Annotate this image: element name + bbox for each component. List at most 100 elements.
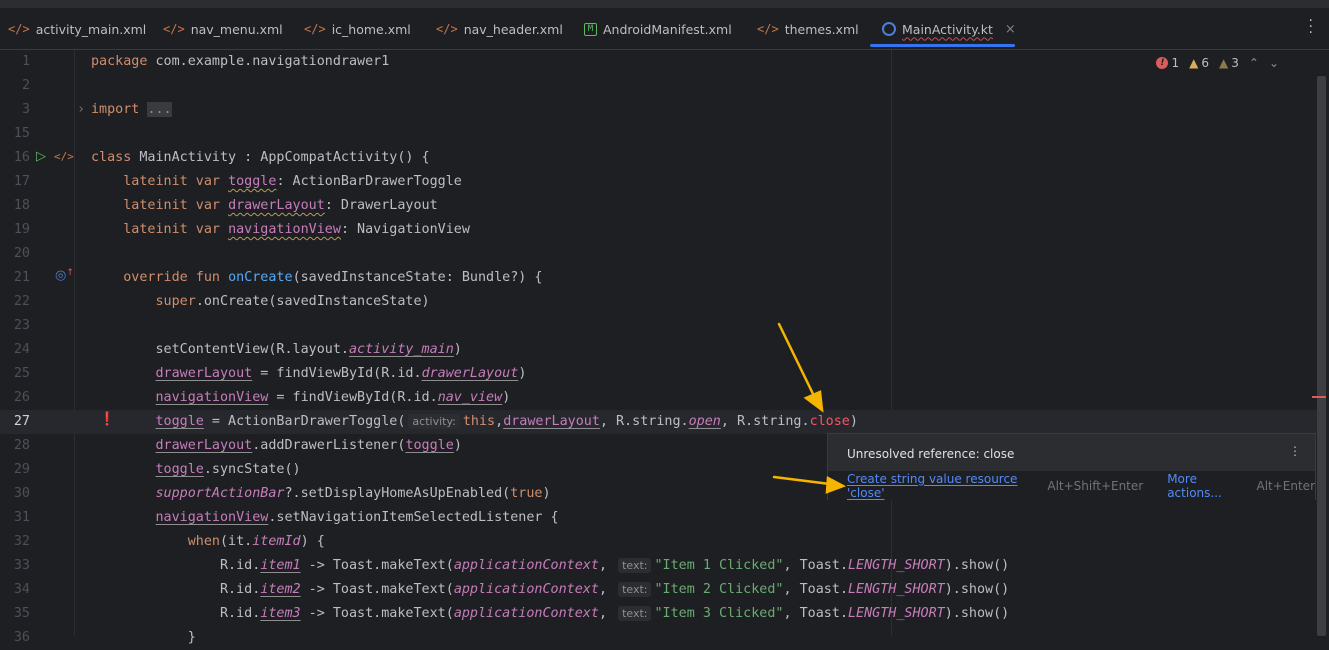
line-number: 32: [13, 534, 30, 549]
tab-ic_home-xml[interactable]: </> ic_home.xml: [304, 8, 411, 50]
tab-activity_main-xml[interactable]: </> activity_main.xml: [8, 8, 146, 50]
line-number: 15: [13, 126, 30, 141]
code-line[interactable]: 35 R.id.item3 -> Toast.makeText(applicat…: [0, 602, 1317, 626]
run-gutter-icon[interactable]: ▷: [36, 149, 46, 164]
tab-label: themes.xml: [784, 21, 859, 37]
code-token: -> Toast.makeText(: [300, 582, 454, 597]
code-token: toggle: [155, 414, 204, 429]
code-token: item2: [260, 582, 301, 597]
code-line[interactable]: 18 lateinit var drawerLayout: DrawerLayo…: [0, 194, 1317, 218]
editor-tab-bar: </> activity_main.xml </> nav_menu.xml </> ic…: [0, 8, 1329, 50]
xml-icon: </>: [304, 22, 326, 36]
warnings-count[interactable]: ▲ 6: [1189, 56, 1209, 70]
code-token: import: [91, 102, 140, 117]
vertical-scrollbar[interactable]: [1317, 76, 1326, 636]
line-number: 3: [21, 102, 30, 117]
code-text: toggle = ActionBarDrawerToggle(activity:…: [91, 410, 858, 434]
code-line[interactable]: 22 super.onCreate(savedInstanceState): [0, 290, 1317, 314]
code-token: item3: [260, 606, 301, 621]
xml-layout-gutter-icon[interactable]: </>: [54, 150, 74, 163]
code-line[interactable]: 21 override fun onCreate(savedInstanceSt…: [0, 266, 1317, 290]
code-token: setContentView(R.layout.: [91, 342, 349, 357]
unresolved-reference: close: [809, 414, 850, 429]
code-token: (savedInstanceState: Bundle?) {: [292, 270, 543, 285]
code-text: lateinit var drawerLayout: DrawerLayout: [91, 194, 438, 218]
code-line[interactable]: 33 R.id.item1 -> Toast.makeText(applicat…: [0, 554, 1317, 578]
code-token: lateinit var: [91, 198, 229, 213]
tab-nav_menu-xml[interactable]: </> nav_menu.xml: [163, 8, 283, 50]
code-token: toggle: [405, 438, 454, 453]
create-string-resource-link[interactable]: Create string value resource 'close': [847, 472, 1037, 500]
tab-nav_header-xml[interactable]: </> nav_header.xml: [436, 8, 563, 50]
code-text: package com.example.navigationdrawer1: [91, 50, 389, 74]
code-line[interactable]: 15: [0, 122, 1317, 146]
code-token: }: [91, 630, 196, 645]
override-gutter-icon[interactable]: ◎↑: [55, 268, 74, 283]
code-line[interactable]: 24 setContentView(R.layout.activity_main…: [0, 338, 1317, 362]
code-line[interactable]: 32 when(it.itemId) {: [0, 530, 1317, 554]
previous-highlight-icon[interactable]: ⌃: [1249, 56, 1259, 70]
code-line[interactable]: 16 class MainActivity : AppCompatActivity…: [0, 146, 1317, 170]
code-token: ).show(): [944, 558, 1010, 573]
code-line[interactable]: 19 lateinit var navigationView: Navigati…: [0, 218, 1317, 242]
code-line[interactable]: 1 package com.example.navigationdrawer1: [0, 50, 1317, 74]
more-tabs-kebab-icon[interactable]: · · ·: [1309, 14, 1313, 40]
code-token: .setNavigationItemSelectedListener {: [268, 510, 559, 525]
code-line[interactable]: 3 import ... ›: [0, 98, 1317, 122]
error-bulb-icon[interactable]: ❗: [99, 412, 115, 427]
code-text: drawerLayout.addDrawerListener(toggle): [91, 434, 462, 458]
line-number: 35: [13, 606, 30, 621]
error-stripe-mark[interactable]: [1312, 396, 1326, 398]
code-line[interactable]: 26 navigationView = findViewById(R.id.na…: [0, 386, 1317, 410]
xml-icon: </>: [757, 22, 779, 36]
code-text: supportActionBar?.setDisplayHomeAsUpEnab…: [91, 482, 551, 506]
code-token: , R.string.: [599, 414, 689, 429]
code-line[interactable]: 34 R.id.item2 -> Toast.makeText(applicat…: [0, 578, 1317, 602]
code-line[interactable]: 17 lateinit var toggle: ActionBarDrawerT…: [0, 170, 1317, 194]
code-line[interactable]: 36 }: [0, 626, 1317, 650]
code-token: R.id.: [91, 582, 261, 597]
line-number: 30: [13, 486, 30, 501]
code-line[interactable]: 2: [0, 74, 1317, 98]
code-line[interactable]: 20: [0, 242, 1317, 266]
code-line[interactable]: 23: [0, 314, 1317, 338]
code-token: ).show(): [944, 606, 1010, 621]
inspection-widget[interactable]: ! 1 ▲ 6 ▲ 3 ⌃ ⌄: [1156, 56, 1279, 70]
expand-fold-icon[interactable]: ›: [77, 98, 85, 122]
code-token: drawerLayout: [503, 414, 600, 429]
code-token: applicationContext: [453, 582, 599, 597]
code-token: package: [91, 54, 148, 69]
code-token: .addDrawerListener(: [252, 438, 406, 453]
close-tab-icon[interactable]: ×: [1005, 22, 1016, 37]
code-line[interactable]: 25 drawerLayout = findViewById(R.id.draw…: [0, 362, 1317, 386]
code-token: , R.string.: [720, 414, 810, 429]
tab-androidmanifest-xml[interactable]: M AndroidManifest.xml: [584, 8, 732, 50]
code-token: ,: [495, 414, 504, 429]
line-number: 22: [13, 294, 30, 309]
weak-warnings-count[interactable]: ▲ 3: [1219, 56, 1239, 70]
code-token: : DrawerLayout: [324, 198, 438, 213]
errors-count[interactable]: ! 1: [1156, 56, 1179, 70]
code-token: this: [462, 414, 496, 429]
line-number: 2: [21, 78, 30, 93]
code-text: drawerLayout = findViewById(R.id.drawerL…: [91, 362, 527, 386]
next-highlight-icon[interactable]: ⌄: [1269, 56, 1279, 70]
code-token: : ActionBarDrawerToggle: [276, 174, 462, 189]
line-number: 1: [21, 54, 30, 69]
folded-imports[interactable]: ...: [147, 102, 172, 117]
error-message: Unresolved reference: close: [847, 447, 1015, 461]
error-tooltip-popup: Unresolved reference: close ⋮ Create str…: [827, 433, 1316, 500]
more-actions-link[interactable]: More actions...: [1167, 472, 1246, 500]
tab-themes-xml[interactable]: </> themes.xml: [757, 8, 859, 50]
popup-options-kebab-icon[interactable]: ⋮: [1289, 444, 1301, 458]
code-line[interactable]: 27 toggle = ActionBarDrawerToggle(activi…: [0, 410, 1317, 434]
code-line[interactable]: 31 navigationView.setNavigationItemSelec…: [0, 506, 1317, 530]
code-token: LENGTH_SHORT: [847, 582, 945, 597]
code-token: -> Toast.makeText(: [300, 606, 454, 621]
quick-fix-actions: Create string value resource 'close' Alt…: [828, 471, 1315, 500]
code-text: when(it.itemId) {: [91, 530, 325, 554]
